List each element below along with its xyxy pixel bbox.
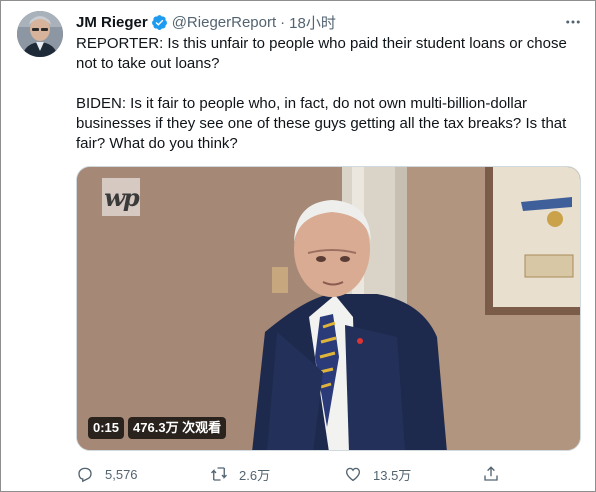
more-horizontal-icon[interactable] [564, 13, 582, 31]
tweet-body: REPORTER: Is this unfair to people who p… [76, 34, 581, 174]
share-button[interactable] [482, 462, 511, 486]
reply-icon [78, 467, 92, 483]
separator-dot: · [280, 13, 286, 31]
video-duration: 0:15 [88, 417, 125, 439]
tweet-card[interactable]: JM Rieger @RiegerReport · 18小时 REPORTER:… [0, 0, 596, 492]
avatar-image [17, 11, 63, 57]
reply-count: 5,576 [105, 466, 138, 482]
tweet-paragraph: REPORTER: Is this unfair to people who p… [76, 35, 567, 72]
tweet-actions: 5,576 2.6万 13.5万 [76, 462, 506, 486]
retweet-count: 2.6万 [239, 467, 271, 483]
like-button[interactable]: 13.5万 [344, 462, 411, 486]
tweet-paragraph: BIDEN: Is it fair to people who, in fact… [76, 95, 567, 152]
retweet-icon [211, 467, 227, 481]
heart-icon [345, 467, 361, 482]
video-views: 476.3万 次观看 [128, 417, 227, 439]
video-info: 0:15 476.3万 次观看 [88, 417, 227, 439]
washington-post-watermark: wp [102, 178, 140, 216]
like-count: 13.5万 [373, 467, 412, 483]
verified-badge-icon [151, 14, 168, 31]
author-name[interactable]: JM Rieger [76, 14, 148, 31]
reply-button[interactable]: 5,576 [76, 462, 138, 486]
share-icon [484, 466, 498, 481]
retweet-button[interactable]: 2.6万 [210, 462, 270, 486]
avatar[interactable] [17, 11, 63, 57]
tweet-timestamp[interactable]: 18小时 [289, 12, 336, 33]
video-frame [77, 167, 580, 450]
tweet-header: JM Rieger @RiegerReport · 18小时 [76, 12, 555, 32]
author-handle[interactable]: @RiegerReport [172, 14, 276, 31]
video-player[interactable]: wp 0:15 476.3万 次观看 [76, 166, 581, 451]
